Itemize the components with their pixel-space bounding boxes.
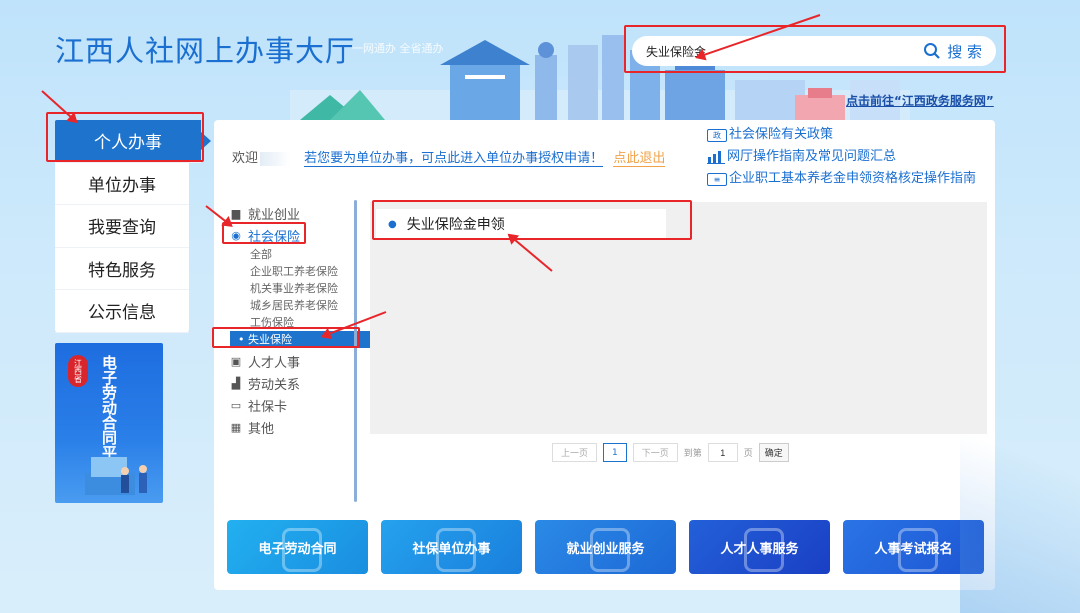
subcategory-label: 失业保险 [248,333,292,346]
pagination: 上一页 1 下一页 到第 页 确定 [552,443,789,462]
subcategory-work-injury[interactable]: 工伤保险 [230,314,360,331]
site-slogan: 一网通办 全省通办 [352,42,444,55]
category-label: 人才人事 [248,355,301,371]
result-item-label: 失业保险金申领 [406,217,505,233]
nav-special[interactable]: 特色服务 [55,248,189,290]
category-label: 其他 [248,421,275,437]
results-area: ● 失业保险金申领 [370,202,987,434]
policy-link-label: 企业职工基本养老金申领资格核定操作指南 [729,171,977,186]
e-labor-contract-banner[interactable]: 江西省 电子劳动合同平台 [55,343,163,503]
main-panel: 欢迎 若您要为单位办事，可点此进入单位办事授权申请！ 点此退出 政 社会保险有关… [214,120,995,590]
category-social-card[interactable]: ▭ 社保卡 [230,394,360,416]
tile-e-contract[interactable]: 电子劳动合同 [227,520,368,574]
tile-label: 就业创业服务 [566,541,645,557]
tile-label: 人事考试报名 [874,541,953,557]
goto-label: 到第 [683,449,702,459]
people-illustration [85,457,147,495]
welcome-prefix: 欢迎 [232,151,259,166]
grid-icon: ▦ [230,420,242,434]
city-skyline-illustration [290,35,910,120]
policy-link-pension-guide[interactable]: ≡ 企业职工基本养老金申领资格核定操作指南 [707,168,976,190]
left-nav: 个人办事 单位办事 我要查询 特色服务 公示信息 [55,120,211,333]
subcategory-enterprise-pension[interactable]: 企业职工养老保险 [230,263,360,280]
policy-link-label: 社会保险有关政策 [729,127,834,142]
background-decoration [960,353,1080,613]
card-icon: ▭ [230,398,242,412]
welcome-bar: 欢迎 若您要为单位办事，可点此进入单位办事授权申请！ 点此退出 [232,147,666,167]
nav-query[interactable]: 我要查询 [55,205,189,248]
page-number-input[interactable] [707,443,738,462]
service-tiles: 电子劳动合同 社保单位办事 就业创业服务 人才人事服务 人事考试报名 [227,520,984,574]
search-input[interactable] [646,42,906,60]
eye-icon: ◉ [231,228,241,242]
category-employment[interactable]: ▆ 就业创业 [230,202,360,224]
policy-link-guide-faq[interactable]: 网厅操作指南及常见问题汇总 [707,146,976,168]
tile-label: 社保单位办事 [412,541,491,557]
annotation-arrow-personal [41,90,77,123]
prev-page-button[interactable]: 上一页 [552,443,598,462]
nav-public-info[interactable]: 公示信息 [55,290,189,333]
category-label: 社会保险 [248,229,301,245]
bar-chart-icon [707,150,725,164]
tile-label: 电子劳动合同 [258,541,337,557]
nav-personal[interactable]: 个人办事 [55,120,211,163]
subcategory-resident-pension[interactable]: 城乡居民养老保险 [230,297,360,314]
site-title: 江西人社网上办事大厅 [55,34,356,68]
thumbs-up-icon: ▟ [231,376,241,390]
category-label: 劳动关系 [248,377,301,393]
user-name-masked [260,151,291,166]
tile-label: 人才人事服务 [720,541,799,557]
tree-scrollbar[interactable] [354,200,357,502]
category-other[interactable]: ▦ 其他 [230,416,360,438]
document-icon: ≡ [707,172,727,186]
policy-link-social-insurance[interactable]: 政 社会保险有关政策 [707,124,976,146]
subcategory-all[interactable]: 全部 [230,246,360,263]
policy-icon: 政 [707,128,727,142]
bullet-icon: ● [388,218,397,230]
page-unit-label: 页 [743,449,753,459]
jiangxi-seal: 江西省 [68,355,88,387]
search-button[interactable]: 搜 索 [923,40,982,62]
tile-employment-services[interactable]: 就业创业服务 [535,520,676,574]
logout-link[interactable]: 点此退出 [613,151,666,167]
search-button-label: 搜 索 [947,42,982,61]
page-1-button[interactable]: 1 [603,443,627,462]
confirm-page-button[interactable]: 确定 [758,443,789,462]
category-labor-relations[interactable]: ▟ 劳动关系 [230,372,360,394]
subcategory-unemployment[interactable]: • 失业保险 [230,331,370,348]
policy-links: 政 社会保险有关政策 网厅操作指南及常见问题汇总 ≡ 企业职工基本养老金申领资格… [707,124,976,190]
unit-authorization-link[interactable]: 若您要为单位办事，可点此进入单位办事授权申请！ [304,151,604,167]
briefcase-icon: ▆ [231,206,241,220]
tile-talent-services[interactable]: 人才人事服务 [689,520,830,574]
search-icon [924,43,940,59]
category-label: 社保卡 [248,399,288,415]
category-social-insurance[interactable]: ◉ 社会保险 [230,224,360,246]
nav-unit[interactable]: 单位办事 [55,163,189,205]
next-page-button[interactable]: 下一页 [632,443,678,462]
gov-service-link[interactable]: 点击前往“江西政务服务网” [846,92,994,109]
search-box: 搜 索 [632,36,996,66]
category-talent[interactable]: ▣ 人才人事 [230,350,360,372]
tile-unit-social-insurance[interactable]: 社保单位办事 [381,520,522,574]
policy-link-label: 网厅操作指南及常见问题汇总 [727,149,897,164]
id-card-icon: ▣ [230,354,242,368]
category-tree: ▆ 就业创业 ◉ 社会保险 全部 企业职工养老保险 机关事业养老保险 城乡居民养… [230,202,370,438]
result-item[interactable]: ● 失业保险金申领 [376,209,666,239]
category-label: 就业创业 [248,207,301,223]
subcategory-institution-pension[interactable]: 机关事业养老保险 [230,280,360,297]
